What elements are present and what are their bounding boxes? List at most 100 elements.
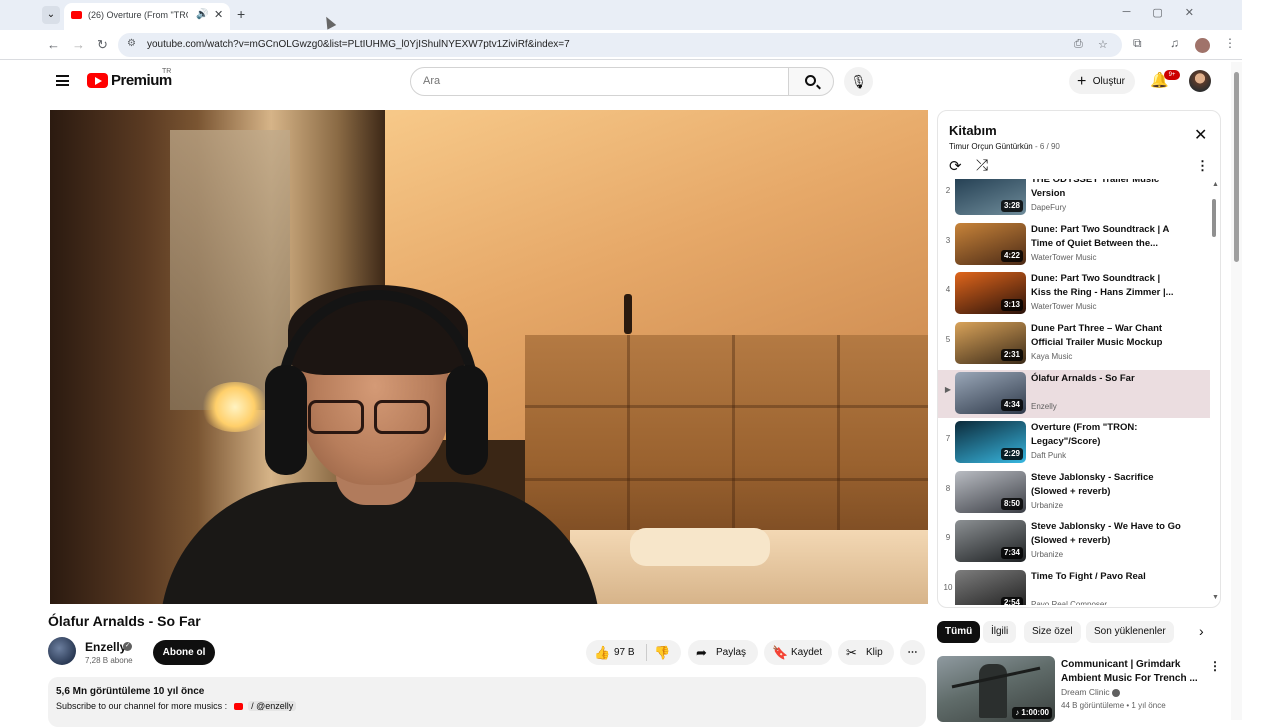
create-button[interactable]: + Oluştur: [1069, 69, 1135, 94]
kebab-icon[interactable]: ⋮: [1196, 158, 1209, 174]
recommended-thumbnail[interactable]: ♪ 1:00:00: [937, 656, 1055, 722]
thumbnail-figure: [979, 664, 1007, 718]
recommended-title[interactable]: Communicant | Grimdark Ambient Music For…: [1061, 658, 1201, 686]
duration-badge: 8:50: [1000, 498, 1023, 510]
chevron-right-icon[interactable]: ›: [1199, 623, 1204, 639]
playlist-item-channel: Urbanize: [1031, 550, 1064, 559]
playlist-item[interactable]: 8 8:50 Steve Jablonsky - Sacrifice (Slowed…: [938, 469, 1210, 517]
playlist-item[interactable]: 2 3:28 THE ODYSSEY Trailer Music Version Da…: [938, 179, 1210, 219]
playlist-item[interactable]: 4 3:13 Dune: Part Two Soundtrack | Kiss th…: [938, 270, 1210, 318]
plus-icon[interactable]: +: [237, 6, 245, 22]
playlist-item[interactable]: 9 7:34 Steve Jablonsky - We Have to Go (Sl…: [938, 518, 1210, 566]
playlist-item-thumbnail[interactable]: 2:29: [955, 421, 1026, 463]
filter-chip[interactable]: Tümü: [937, 621, 981, 643]
close-icon[interactable]: ✕: [214, 8, 223, 21]
profile-icon[interactable]: [1195, 38, 1210, 53]
extensions-icon[interactable]: ⧉: [1133, 36, 1142, 51]
recommended-video[interactable]: ♪ 1:00:00 Communicant | Grimdark Ambient…: [937, 656, 1221, 722]
like-divider: [646, 644, 647, 661]
reload-icon[interactable]: ↻: [97, 37, 108, 53]
playlist-item-title[interactable]: Dune: Part Two Soundtrack | Kiss the Rin…: [1031, 272, 1181, 300]
playlist-item[interactable]: 5 2:31 Dune Part Three – War Chant Officia…: [938, 320, 1210, 368]
channel-handle-link[interactable]: / @enzelly: [248, 701, 297, 711]
youtube-header: Premium TR 🎙 + Oluştur 🔔 9+: [38, 62, 1231, 102]
microphone-icon[interactable]: 🎙: [844, 67, 873, 96]
clip-label: Klip: [866, 647, 883, 658]
avatar[interactable]: [1189, 70, 1211, 92]
video-title: Ólafur Arnalds - So Far: [48, 613, 201, 629]
scroll-down-icon[interactable]: ▼: [1212, 594, 1219, 601]
page-scrollbar-thumb[interactable]: [1234, 72, 1239, 262]
url-text[interactable]: youtube.com/watch?v=mGCnOLGwzg0&list=PLt…: [147, 39, 570, 50]
playlist-scrollbar-thumb[interactable]: [1212, 199, 1216, 237]
playlist-item-thumbnail[interactable]: 3:13: [955, 272, 1026, 314]
duration-badge: ♪ 1:00:00: [1012, 707, 1052, 719]
like-count[interactable]: 97 B: [614, 640, 635, 665]
site-info-icon[interactable]: ⚙: [127, 38, 136, 49]
playlist-item-title[interactable]: Ólafur Arnalds - So Far: [1031, 372, 1181, 386]
forward-icon[interactable]: →: [72, 37, 85, 52]
star-icon[interactable]: ☆: [1098, 38, 1108, 51]
dislike-icon[interactable]: 👎: [654, 640, 670, 665]
back-icon[interactable]: ←: [47, 37, 60, 52]
playlist-item-thumbnail[interactable]: 8:50: [955, 471, 1026, 513]
address-bar[interactable]: ⚙ youtube.com/watch?v=mGCnOLGwzg0&list=P…: [118, 33, 1122, 57]
playlist-item-thumbnail[interactable]: 7:34: [955, 520, 1026, 562]
playlist-item-title[interactable]: Overture (From "TRON: Legacy"/Score): [1031, 421, 1181, 449]
tab-menu-icon[interactable]: ⌄: [42, 6, 60, 24]
youtube-favicon: [71, 11, 82, 19]
more-actions-icon[interactable]: ⋯: [900, 640, 925, 665]
maximize-icon[interactable]: ▢: [1152, 6, 1162, 19]
playlist-item-title[interactable]: Dune: Part Two Soundtrack | A Time of Qu…: [1031, 223, 1181, 251]
like-icon[interactable]: 👍: [594, 640, 610, 665]
kebab-icon[interactable]: ⋮: [1209, 659, 1221, 673]
playlist-item-title[interactable]: Time To Fight / Pavo Real: [1031, 570, 1181, 584]
search-input[interactable]: [423, 75, 763, 87]
close-icon[interactable]: ✕: [1194, 125, 1207, 145]
menu-icon[interactable]: [56, 75, 69, 86]
notification-badge: 9+: [1164, 70, 1180, 80]
recommended-channel-name: Dream Clinic: [1061, 687, 1110, 697]
save-button[interactable]: 🔖 Kaydet: [764, 640, 832, 665]
filter-chip[interactable]: Son yüklenenler: [1086, 621, 1174, 643]
playlist-item-thumbnail[interactable]: 2:54: [955, 570, 1026, 605]
video-player[interactable]: [50, 110, 928, 604]
recommended-channel[interactable]: Dream Clinic: [1061, 687, 1121, 697]
shuffle-icon[interactable]: ⤮: [976, 157, 988, 174]
close-window-icon[interactable]: ✕: [1185, 6, 1194, 19]
playlist-item-title[interactable]: THE ODYSSEY Trailer Music Version: [1031, 179, 1181, 201]
filter-chip[interactable]: İlgili: [983, 621, 1017, 643]
playlist-item-thumbnail[interactable]: 3:28: [955, 179, 1026, 215]
share-button[interactable]: ➦ Paylaş: [688, 640, 758, 665]
channel-name[interactable]: Enzelly: [85, 640, 126, 654]
browser-tab[interactable]: (26) Overture (From "TRON 🔊 ✕: [64, 3, 230, 30]
playlist-item-thumbnail[interactable]: 2:31: [955, 322, 1026, 364]
playlist-item[interactable]: 7 2:29 Overture (From "TRON: Legacy"/Score…: [938, 419, 1210, 467]
minimize-icon[interactable]: ─: [1123, 6, 1131, 19]
page-scrollbar[interactable]: [1231, 62, 1242, 720]
playlist-item[interactable]: ▶ 4:34 Ólafur Arnalds - So Far Enzelly: [938, 370, 1210, 418]
clip-button[interactable]: ✂ Klip: [838, 640, 894, 665]
search-button[interactable]: [788, 67, 834, 96]
playlist-item[interactable]: 10 2:54 Time To Fight / Pavo Real Pavo Real…: [938, 568, 1210, 605]
media-icon[interactable]: ♫: [1170, 36, 1179, 50]
subscribe-button[interactable]: Abone ol: [153, 640, 215, 665]
playlist-title[interactable]: Kitabım: [949, 123, 997, 138]
kebab-icon[interactable]: ⋮: [1224, 36, 1236, 50]
playlist-owner[interactable]: Timur Orçun Güntürkün: [949, 142, 1033, 151]
loop-icon[interactable]: ⟳: [949, 157, 962, 175]
filter-chip[interactable]: Size özel: [1024, 621, 1081, 643]
playlist-item-title[interactable]: Steve Jablonsky - We Have to Go (Slowed …: [1031, 520, 1181, 548]
channel-avatar[interactable]: [48, 637, 76, 665]
audio-icon[interactable]: 🔊: [196, 9, 208, 20]
search-box[interactable]: [410, 67, 789, 96]
playlist-item-thumbnail[interactable]: 4:34: [955, 372, 1026, 414]
playlist-item[interactable]: 3 4:22 Dune: Part Two Soundtrack | A Time …: [938, 221, 1210, 269]
playlist-item-thumbnail[interactable]: 4:22: [955, 223, 1026, 265]
youtube-logo-icon[interactable]: [87, 73, 108, 88]
playlist-item-title[interactable]: Steve Jablonsky - Sacrifice (Slowed + re…: [1031, 471, 1181, 499]
video-frame-pillow: [630, 528, 770, 566]
playlist-item-title[interactable]: Dune Part Three – War Chant Official Tra…: [1031, 322, 1181, 350]
playlist-scrollbar[interactable]: [1211, 183, 1216, 595]
install-icon[interactable]: ⎙: [1074, 38, 1083, 51]
